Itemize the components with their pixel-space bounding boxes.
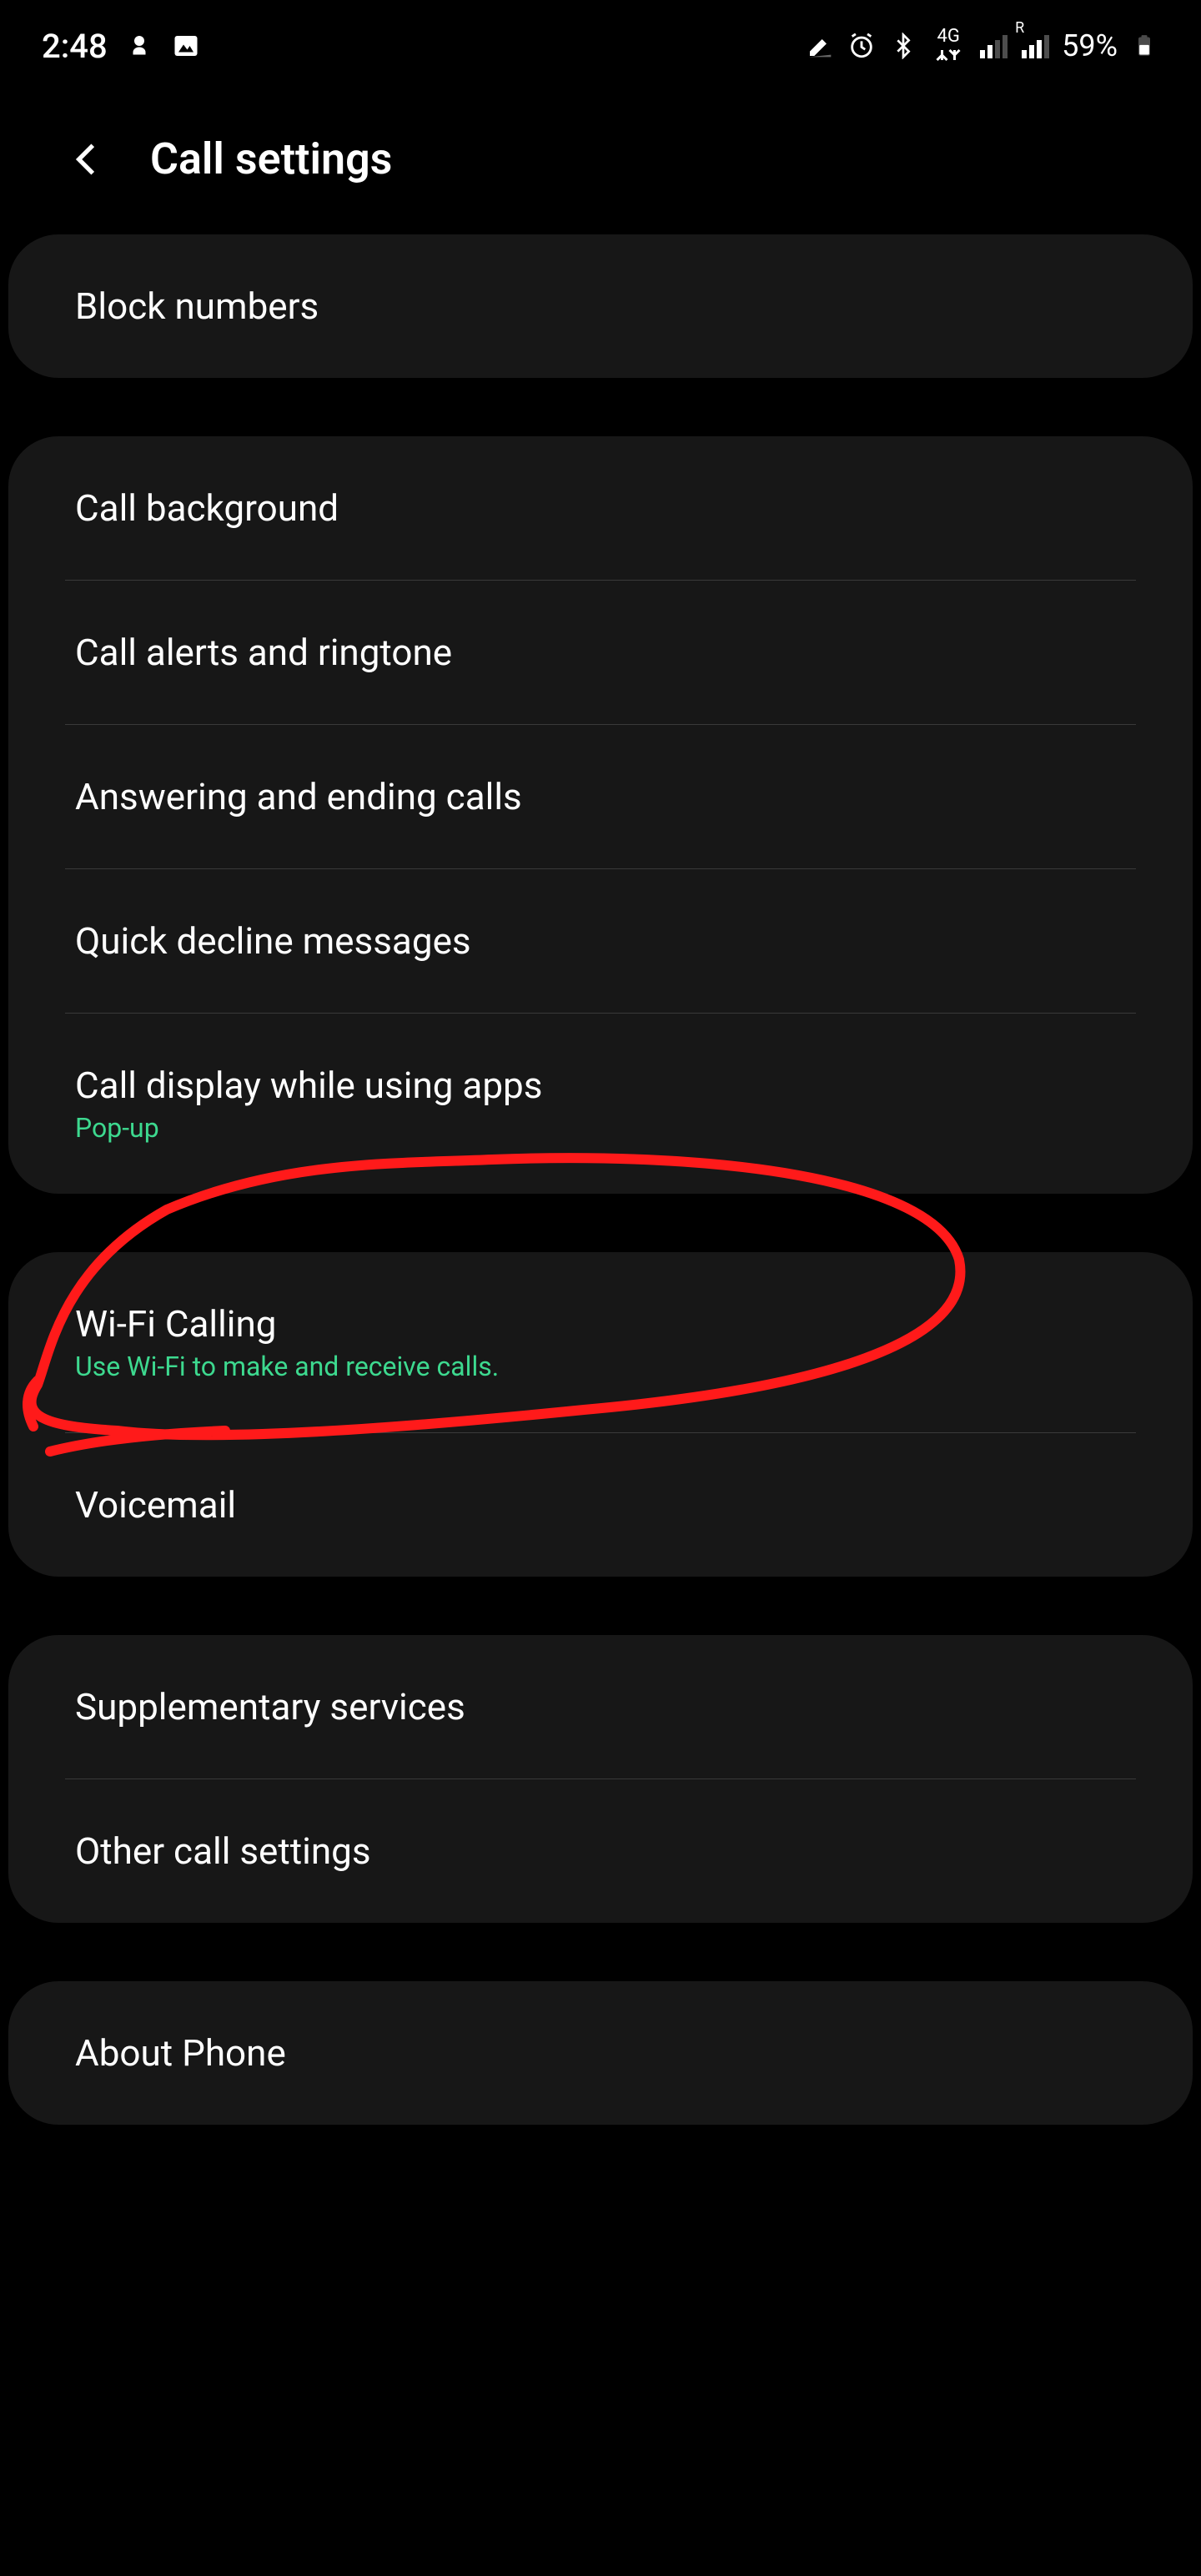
setting-wifi-calling[interactable]: Wi-Fi Calling Use Wi-Fi to make and rece… <box>8 1252 1193 1432</box>
setting-supplementary[interactable]: Supplementary services <box>8 1635 1193 1779</box>
header: Call settings <box>0 92 1201 234</box>
setting-answering-ending[interactable]: Answering and ending calls <box>8 725 1193 868</box>
alarm-icon <box>847 31 877 61</box>
settings-group: Block numbers <box>8 234 1193 378</box>
setting-title: Block numbers <box>75 284 1126 328</box>
signal-2-icon: R <box>1020 31 1050 61</box>
settings-group: Wi-Fi Calling Use Wi-Fi to make and rece… <box>8 1252 1193 1577</box>
app-notification-icon <box>124 31 154 61</box>
setting-title: Quick decline messages <box>75 919 1126 963</box>
network-4g-icon: 4G <box>930 31 967 61</box>
status-bar: 2:48 4G R 59% <box>0 0 1201 92</box>
setting-call-background[interactable]: Call background <box>8 436 1193 580</box>
battery-percent: 59% <box>1062 28 1118 63</box>
setting-title: Wi-Fi Calling <box>75 1302 1126 1346</box>
setting-call-display-apps[interactable]: Call display while using apps Pop-up <box>8 1014 1193 1194</box>
page-title: Call settings <box>150 133 392 184</box>
setting-title: Voicemail <box>75 1483 1126 1527</box>
network-label: 4G <box>937 28 959 46</box>
setting-title: Call alerts and ringtone <box>75 631 1126 674</box>
setting-title: Call background <box>75 486 1126 530</box>
setting-block-numbers[interactable]: Block numbers <box>8 234 1193 378</box>
settings-group: Call background Call alerts and ringtone… <box>8 436 1193 1194</box>
status-time: 2:48 <box>42 27 108 66</box>
back-icon[interactable] <box>67 138 108 180</box>
setting-about-phone[interactable]: About Phone <box>8 1981 1193 2125</box>
setting-title: Answering and ending calls <box>75 775 1126 818</box>
battery-icon <box>1129 31 1159 61</box>
setting-title: About Phone <box>75 2031 1126 2075</box>
status-left: 2:48 <box>42 27 201 66</box>
settings-content: Block numbers Call background Call alert… <box>0 234 1201 2125</box>
status-right: 4G R 59% <box>805 28 1159 63</box>
bluetooth-icon <box>888 31 918 61</box>
setting-voicemail[interactable]: Voicemail <box>8 1433 1193 1577</box>
setting-subtitle: Pop-up <box>75 1112 1126 1144</box>
setting-title: Call display while using apps <box>75 1064 1126 1107</box>
edit-icon <box>805 31 835 61</box>
setting-other-call[interactable]: Other call settings <box>8 1779 1193 1923</box>
setting-call-alerts[interactable]: Call alerts and ringtone <box>8 581 1193 724</box>
setting-title: Supplementary services <box>75 1685 1126 1728</box>
settings-group: About Phone <box>8 1981 1193 2125</box>
setting-title: Other call settings <box>75 1829 1126 1873</box>
settings-group: Supplementary services Other call settin… <box>8 1635 1193 1923</box>
gallery-notification-icon <box>171 31 201 61</box>
signal-1-icon <box>978 31 1008 61</box>
setting-quick-decline[interactable]: Quick decline messages <box>8 869 1193 1013</box>
setting-subtitle: Use Wi-Fi to make and receive calls. <box>75 1351 1126 1382</box>
roaming-label: R <box>1015 19 1024 37</box>
